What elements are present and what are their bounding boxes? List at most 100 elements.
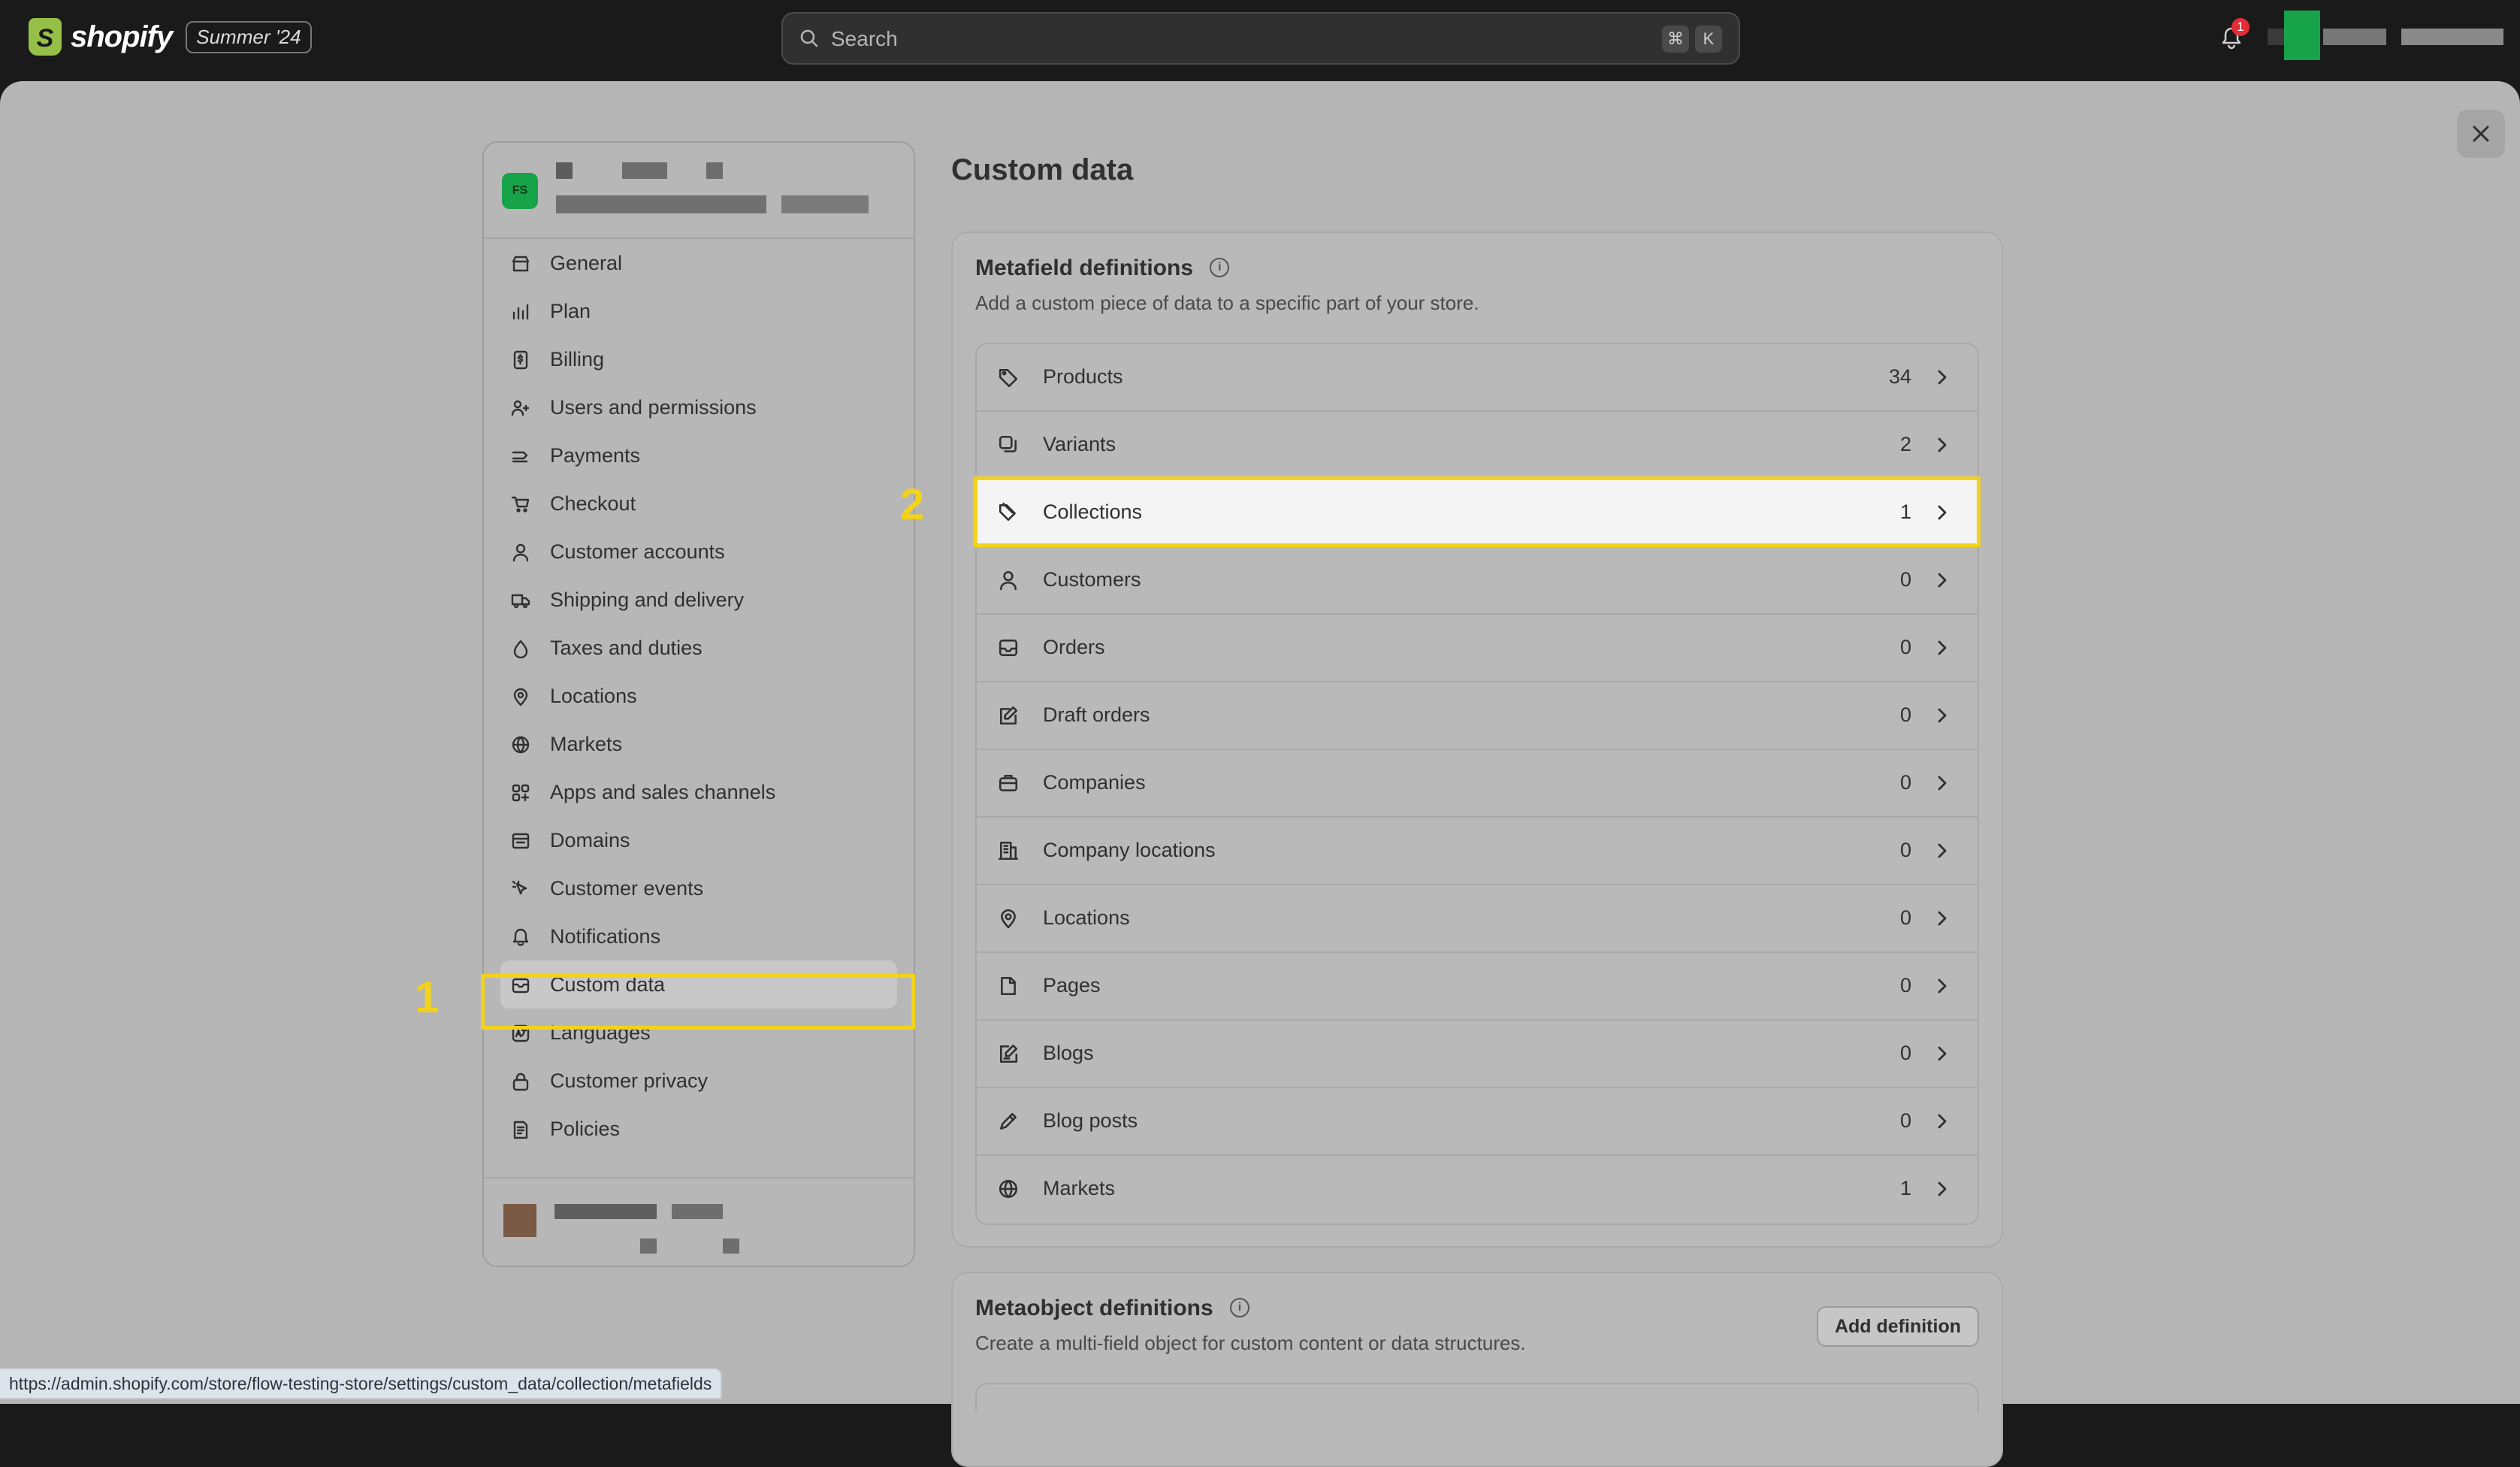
shortcut-key-cmd: ⌘ bbox=[1662, 26, 1689, 53]
sidebar-item-label: Shipping and delivery bbox=[550, 588, 745, 611]
metafield-row-products[interactable]: Products 34 bbox=[977, 344, 1978, 412]
tax-icon bbox=[513, 640, 528, 658]
add-definition-button[interactable]: Add definition bbox=[1816, 1306, 1979, 1347]
metafield-row-count: 0 bbox=[1899, 1042, 1911, 1064]
sidebar-item-billing[interactable]: Billing bbox=[484, 335, 914, 383]
account-avatar bbox=[503, 1204, 536, 1237]
sidebar-item-taxes-and-duties[interactable]: Taxes and duties bbox=[484, 624, 914, 672]
settings-modal: FS General Plan Billing Users and permissio… bbox=[0, 81, 2520, 1467]
metafield-row-draft-orders[interactable]: Draft orders 0 bbox=[977, 682, 1978, 750]
sidebar-item-label: Billing bbox=[550, 347, 605, 371]
account-footer[interactable] bbox=[484, 1177, 914, 1266]
metafield-list: Products 34 Variants 2 Collections 1 Customers… bbox=[975, 343, 1979, 1225]
store-switcher[interactable]: FS bbox=[484, 143, 914, 239]
truck-icon bbox=[511, 594, 530, 609]
logo-text: shopify bbox=[71, 20, 173, 53]
sidebar-item-checkout[interactable]: Checkout bbox=[484, 479, 914, 528]
metafield-row-label: Customers bbox=[1043, 568, 1141, 591]
chevron-right-icon bbox=[1938, 776, 1947, 791]
sidebar-item-customer-accounts[interactable]: Customer accounts bbox=[484, 528, 914, 576]
sidebar-item-label: Locations bbox=[550, 684, 637, 707]
metafields-title: Metafield definitions i bbox=[975, 256, 1230, 281]
sidebar-item-notifications[interactable]: Notifications bbox=[484, 912, 914, 960]
metafield-row-variants[interactable]: Variants 2 bbox=[977, 412, 1978, 479]
sidebar-item-label: Taxes and duties bbox=[550, 636, 703, 659]
metafield-row-markets[interactable]: Markets 1 bbox=[977, 1156, 1978, 1224]
cursor-icon bbox=[512, 880, 527, 895]
sidebar-item-label: Markets bbox=[550, 732, 623, 755]
edition-badge[interactable]: Summer '24 bbox=[186, 20, 312, 53]
metafield-row-company-locations[interactable]: Company locations 0 bbox=[977, 818, 1978, 885]
sidebar-item-label: Customer privacy bbox=[550, 1069, 709, 1092]
cart-icon bbox=[511, 496, 530, 513]
metafield-row-count: 0 bbox=[1899, 636, 1911, 658]
sidebar-item-apps-and-sales-channels[interactable]: Apps and sales channels bbox=[484, 768, 914, 816]
chevron-right-icon bbox=[1938, 640, 1947, 655]
metafield-row-label: Companies bbox=[1043, 771, 1146, 794]
info-icon[interactable]: i bbox=[1210, 258, 1230, 278]
sidebar-item-customer-privacy[interactable]: Customer privacy bbox=[484, 1057, 914, 1105]
sidebar-item-label: Customer events bbox=[550, 876, 704, 900]
sidebar-item-plan[interactable]: Plan bbox=[484, 287, 914, 335]
close-button[interactable] bbox=[2457, 110, 2505, 158]
sidebar-item-domains[interactable]: Domains bbox=[484, 816, 914, 864]
sidebar-item-shipping-and-delivery[interactable]: Shipping and delivery bbox=[484, 576, 914, 624]
sidebar-item-general[interactable]: General bbox=[484, 239, 914, 287]
sidebar-item-policies[interactable]: Policies bbox=[484, 1105, 914, 1153]
metafield-row-label: Locations bbox=[1043, 906, 1130, 929]
redacted-account-name bbox=[672, 1204, 723, 1219]
sidebar-item-label: Notifications bbox=[550, 924, 661, 948]
pen-icon bbox=[1000, 1113, 1017, 1130]
redacted-store-url bbox=[781, 195, 869, 213]
metafield-row-label: Products bbox=[1043, 365, 1123, 388]
bell-icon bbox=[512, 928, 529, 946]
globe-icon bbox=[512, 736, 530, 754]
sidebar-item-label: Domains bbox=[550, 828, 630, 851]
chevron-right-icon bbox=[1938, 1114, 1947, 1129]
store-avatar: FS bbox=[502, 173, 538, 209]
metafield-row-label: Markets bbox=[1043, 1177, 1116, 1199]
redacted-user-name bbox=[2401, 29, 2503, 45]
metafield-row-label: Blogs bbox=[1043, 1042, 1094, 1064]
metafield-row-label: Company locations bbox=[1043, 839, 1216, 861]
chevron-right-icon bbox=[1938, 573, 1947, 588]
sidebar-item-markets[interactable]: Markets bbox=[484, 720, 914, 768]
draft-icon bbox=[1000, 706, 1018, 725]
metafield-row-count: 2 bbox=[1899, 433, 1911, 455]
metafield-row-customers[interactable]: Customers 0 bbox=[977, 547, 1978, 615]
variants-icon bbox=[999, 435, 1017, 452]
blog-icon bbox=[1000, 1044, 1018, 1063]
step2-marker: 2 bbox=[900, 480, 925, 529]
metafield-row-count: 0 bbox=[1899, 906, 1911, 929]
search-input[interactable]: Search ⌘ K bbox=[781, 12, 1740, 65]
metafield-row-companies[interactable]: Companies 0 bbox=[977, 750, 1978, 818]
metafield-row-count: 0 bbox=[1899, 703, 1911, 726]
chevron-right-icon bbox=[1938, 1181, 1947, 1196]
step1-marker: 1 bbox=[415, 973, 440, 1022]
redacted-block bbox=[2268, 29, 2284, 45]
metafield-row-count: 0 bbox=[1899, 1109, 1911, 1132]
shopify-bag-icon bbox=[29, 18, 62, 56]
sidebar-item-users-and-permissions[interactable]: Users and permissions bbox=[484, 383, 914, 431]
metafield-row-label: Orders bbox=[1043, 636, 1105, 658]
briefcase-icon bbox=[999, 775, 1018, 791]
plan-icon bbox=[512, 304, 529, 320]
metafield-row-blog-posts[interactable]: Blog posts 0 bbox=[977, 1088, 1978, 1156]
metafield-row-count: 0 bbox=[1899, 568, 1911, 591]
user-avatar[interactable] bbox=[2284, 11, 2320, 60]
sidebar-item-label: Customer accounts bbox=[550, 540, 725, 563]
info-icon[interactable]: i bbox=[1230, 1298, 1250, 1318]
metafield-row-orders[interactable]: Orders 0 bbox=[977, 615, 1978, 682]
sidebar-item-label: Plan bbox=[550, 299, 591, 322]
metafield-row-blogs[interactable]: Blogs 0 bbox=[977, 1021, 1978, 1088]
shortcut-key-k: K bbox=[1695, 26, 1722, 53]
metafield-row-count: 1 bbox=[1899, 1177, 1911, 1199]
sidebar-item-payments[interactable]: Payments bbox=[484, 431, 914, 479]
sidebar-item-locations[interactable]: Locations bbox=[484, 672, 914, 720]
metafield-row-locations[interactable]: Locations 0 bbox=[977, 885, 1978, 953]
metafield-row-pages[interactable]: Pages 0 bbox=[977, 953, 1978, 1021]
shopify-logo[interactable]: shopify Summer '24 bbox=[29, 18, 312, 56]
sidebar-item-customer-events[interactable]: Customer events bbox=[484, 864, 914, 912]
notification-count-badge: 1 bbox=[2231, 18, 2250, 36]
search-placeholder: Search bbox=[831, 27, 898, 50]
